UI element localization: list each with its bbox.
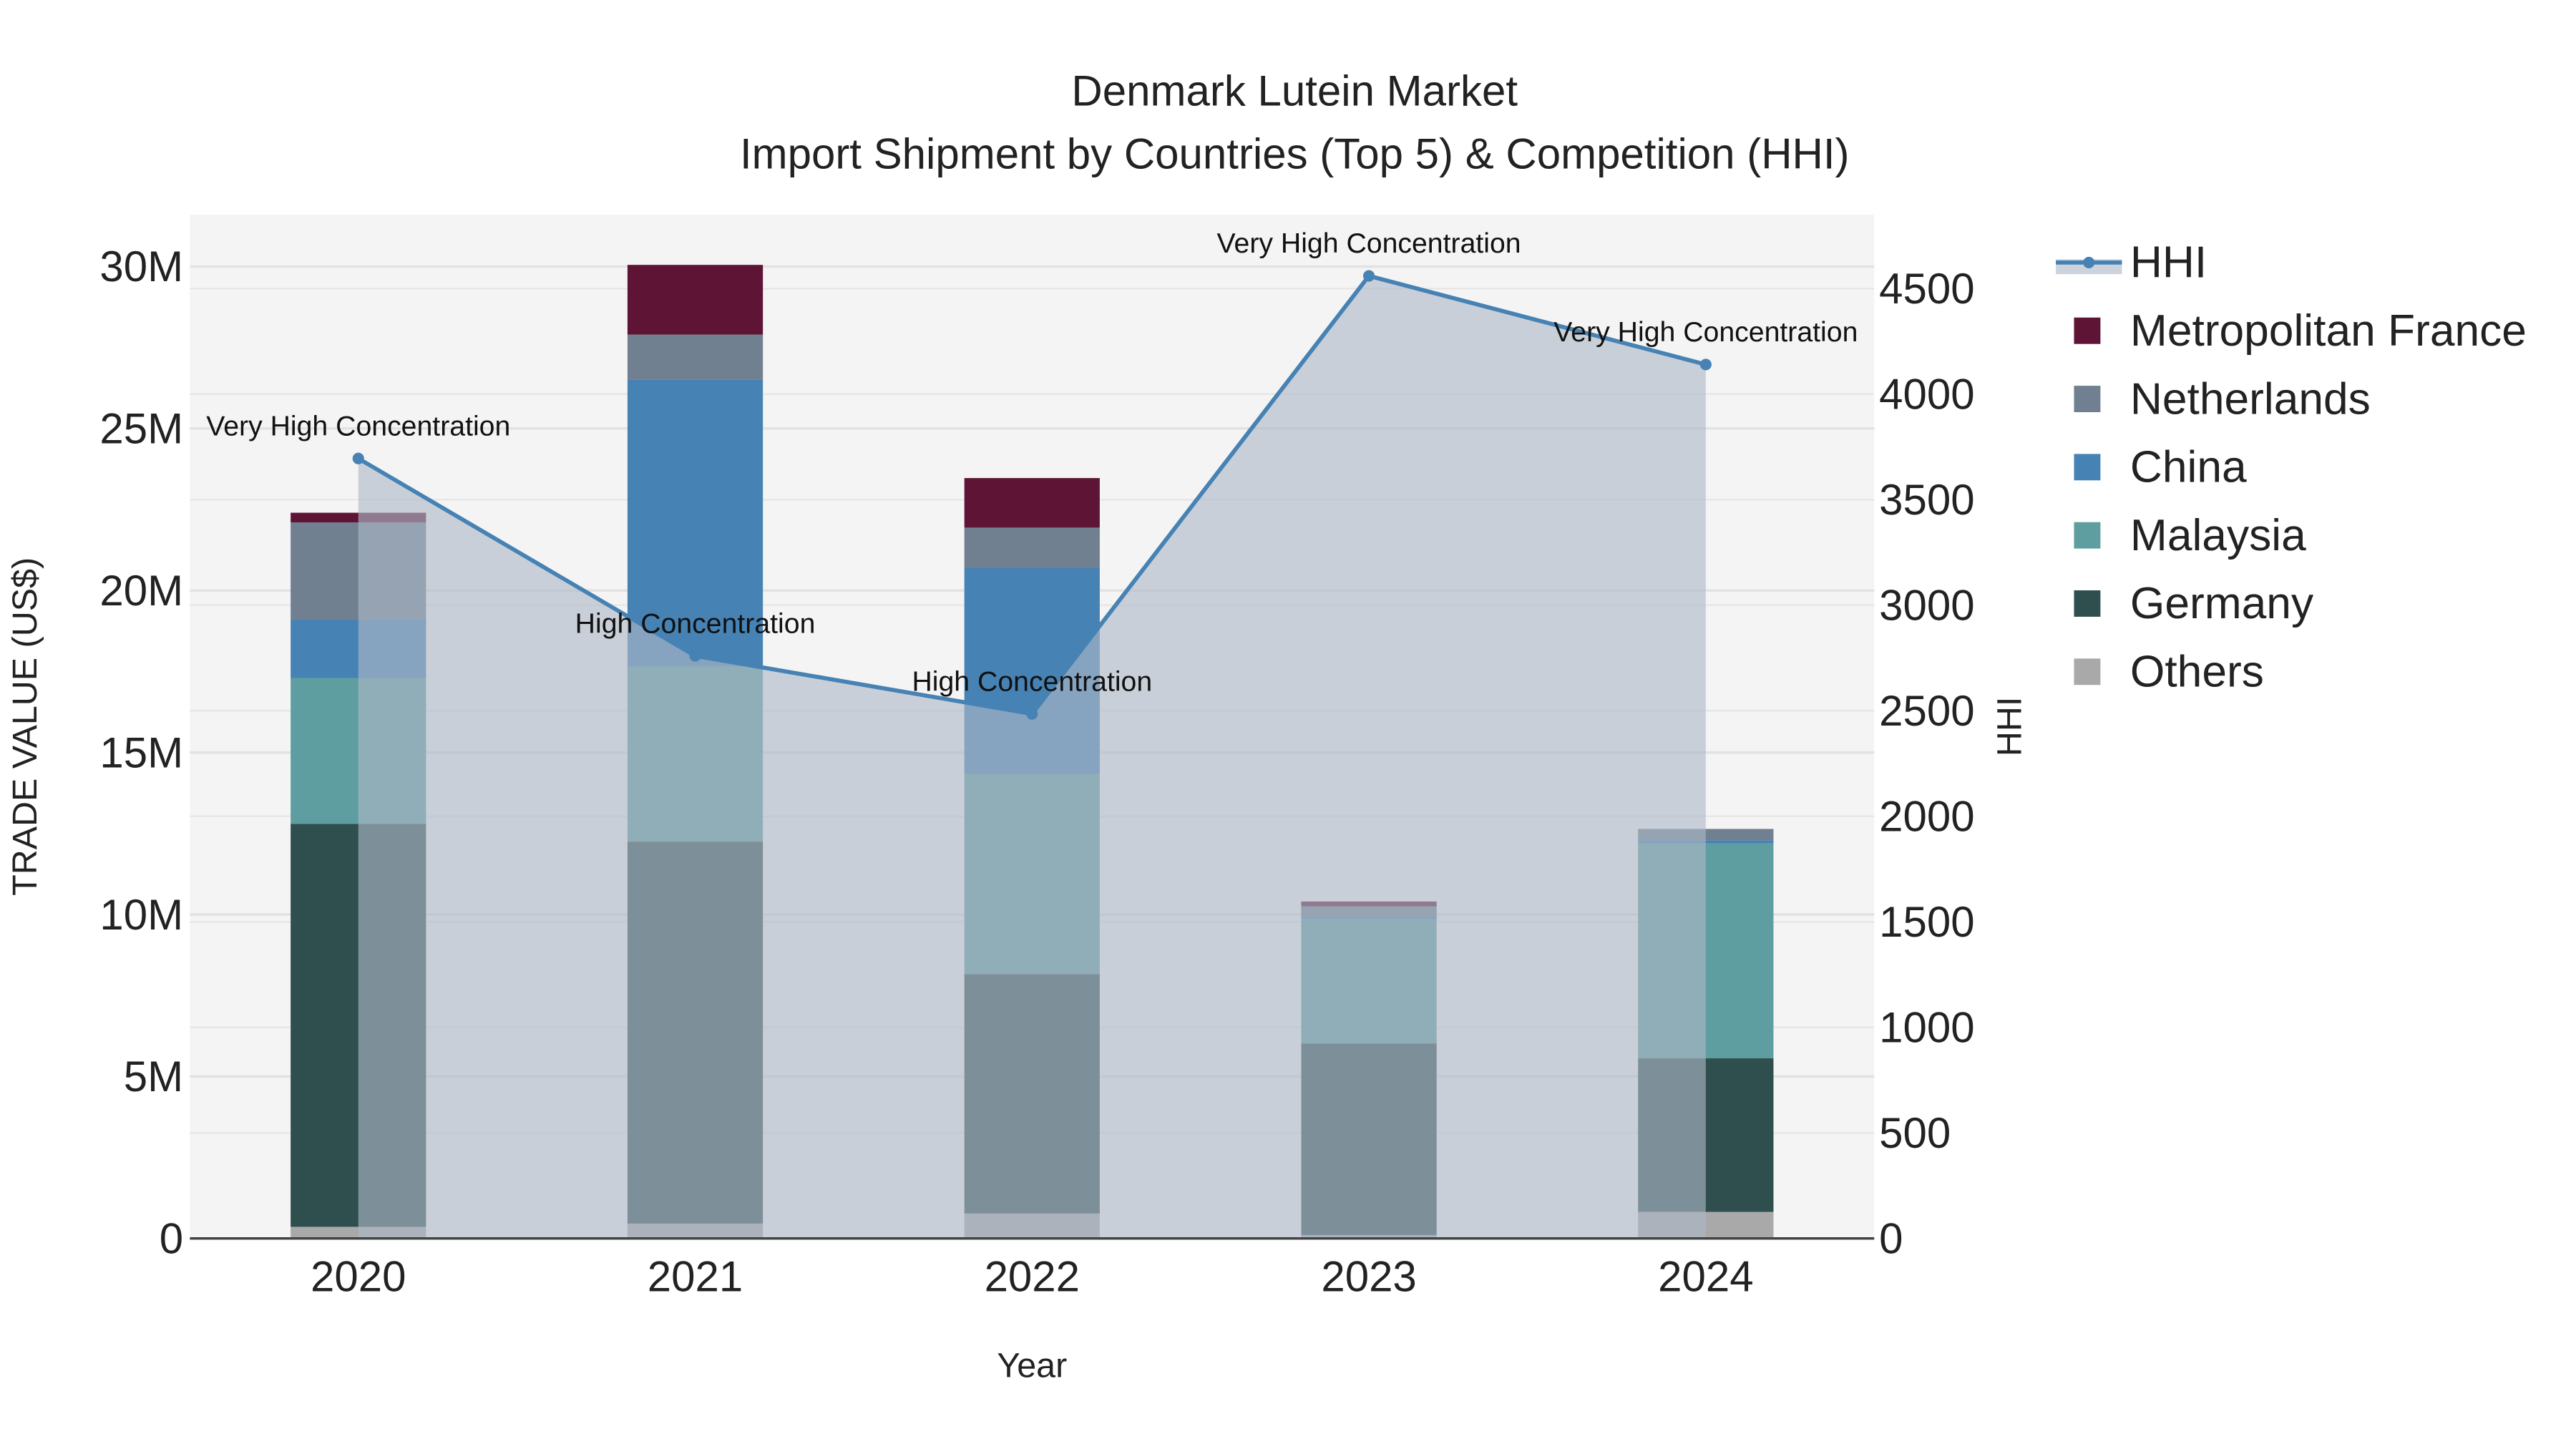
y-tick-label: 5M bbox=[124, 1053, 183, 1101]
chart: 0 5M 10M 15M 20M 25M 30M 0 500 1000 1500 2000 2500 30… bbox=[6, 67, 2527, 1385]
x-axis-label: Year bbox=[997, 1347, 1067, 1385]
legend-item-hhi[interactable]: HHI bbox=[2056, 238, 2207, 288]
x-tick-label: 2021 bbox=[648, 1253, 743, 1301]
bar-metropolitan-france-2022 bbox=[964, 478, 1100, 528]
y-tick-label: 10M bbox=[99, 891, 183, 939]
x-tick-label: 2024 bbox=[1658, 1253, 1753, 1301]
y2-tick-label: 1000 bbox=[1879, 1004, 1974, 1052]
legend-label: Metropolitan France bbox=[2130, 306, 2527, 356]
hhi-annotation: Very High Concentration bbox=[1217, 228, 1521, 259]
y-axis-label: TRADE VALUE (US$) bbox=[6, 557, 44, 896]
legend-item-china[interactable]: China bbox=[2074, 443, 2247, 492]
legend-label: Germany bbox=[2130, 579, 2314, 628]
y-tick-label: 30M bbox=[99, 243, 183, 291]
legend-label: Malaysia bbox=[2130, 511, 2306, 560]
y2-tick-label: 3500 bbox=[1879, 476, 1974, 524]
y2-tick-label: 3000 bbox=[1879, 582, 1974, 630]
y2-tick-label: 2000 bbox=[1879, 793, 1974, 841]
hhi-point-2022 bbox=[1026, 708, 1038, 720]
bar-netherlands-2021 bbox=[627, 334, 763, 380]
legend-marker bbox=[2083, 256, 2095, 268]
legend-item-others[interactable]: Others bbox=[2074, 648, 2264, 697]
legend-swatch bbox=[2074, 454, 2101, 481]
y2-tick-label: 4000 bbox=[1879, 371, 1974, 419]
hhi-annotation: Very High Concentration bbox=[1553, 316, 1858, 348]
legend-item-netherlands[interactable]: Netherlands bbox=[2074, 374, 2371, 424]
legend-swatch bbox=[2074, 522, 2101, 549]
hhi-point-2021 bbox=[689, 650, 701, 662]
chart-subtitle: Import Shipment by Countries (Top 5) & C… bbox=[740, 130, 1850, 177]
hhi-point-2024 bbox=[1699, 358, 1712, 371]
y-tick-label: 0 bbox=[160, 1215, 183, 1263]
x-tick-label: 2020 bbox=[311, 1253, 406, 1301]
legend: HHI Metropolitan France Netherlands China Ma… bbox=[2056, 238, 2527, 697]
y2-tick-label: 500 bbox=[1879, 1109, 1951, 1157]
y2-tick-label: 2500 bbox=[1879, 687, 1974, 735]
y-tick-label: 25M bbox=[99, 405, 183, 453]
legend-item-metropolitan-france[interactable]: Metropolitan France bbox=[2074, 306, 2527, 356]
legend-swatch bbox=[2074, 590, 2101, 617]
chart-title: Denmark Lutein Market bbox=[1071, 67, 1518, 115]
legend-swatch bbox=[2074, 317, 2101, 344]
legend-label: China bbox=[2130, 443, 2247, 492]
x-tick-label: 2022 bbox=[985, 1253, 1080, 1301]
legend-label: Netherlands bbox=[2130, 374, 2371, 424]
legend-swatch bbox=[2074, 386, 2101, 412]
y-tick-label: 15M bbox=[99, 728, 183, 776]
legend-item-malaysia[interactable]: Malaysia bbox=[2074, 511, 2306, 560]
y2-tick-label: 1500 bbox=[1879, 898, 1974, 946]
y2-tick-label: 0 bbox=[1879, 1215, 1903, 1263]
hhi-annotation: High Concentration bbox=[912, 665, 1152, 697]
bar-netherlands-2022 bbox=[964, 527, 1100, 568]
hhi-annotation: High Concentration bbox=[575, 608, 816, 639]
y-tick-label: 20M bbox=[99, 567, 183, 615]
hhi-annotation: Very High Concentration bbox=[206, 410, 510, 441]
y2-axis-label: HHI bbox=[1991, 697, 2029, 756]
bar-metropolitan-france-2021 bbox=[627, 265, 763, 335]
x-tick-label: 2023 bbox=[1321, 1253, 1416, 1301]
legend-item-germany[interactable]: Germany bbox=[2074, 579, 2314, 628]
legend-swatch bbox=[2074, 658, 2101, 686]
legend-label: Others bbox=[2130, 648, 2264, 697]
y2-tick-label: 4500 bbox=[1879, 265, 1974, 313]
hhi-point-2020 bbox=[352, 452, 364, 464]
legend-label: HHI bbox=[2130, 238, 2207, 288]
hhi-point-2023 bbox=[1363, 270, 1375, 282]
